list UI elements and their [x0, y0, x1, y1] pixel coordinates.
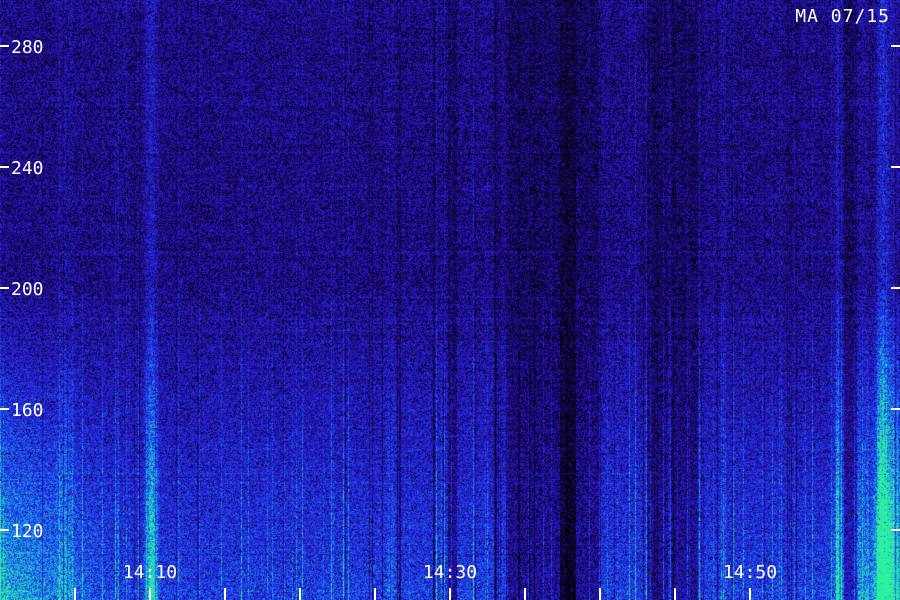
x-tick-label: 14:30 [423, 562, 477, 583]
y-tick-label: 240 [11, 158, 44, 179]
chart-axes: 120 160 200 240 280 14:10 14:30 14:50 [0, 37, 900, 600]
y-tick-label: 160 [11, 400, 44, 421]
y-tick-160: 160 [0, 400, 900, 421]
y-tick-200: 200 [0, 279, 900, 300]
y-tick-280: 280 [0, 37, 900, 58]
y-tick-label: 280 [11, 37, 44, 58]
station-date-label: MA 07/15 [795, 6, 890, 27]
x-tick-label: 14:10 [123, 562, 177, 583]
y-tick-120: 120 [0, 521, 900, 542]
y-tick-label: 120 [11, 521, 44, 542]
x-tick-label: 14:50 [723, 562, 777, 583]
y-tick-label: 200 [11, 279, 44, 300]
y-tick-240: 240 [0, 158, 900, 179]
